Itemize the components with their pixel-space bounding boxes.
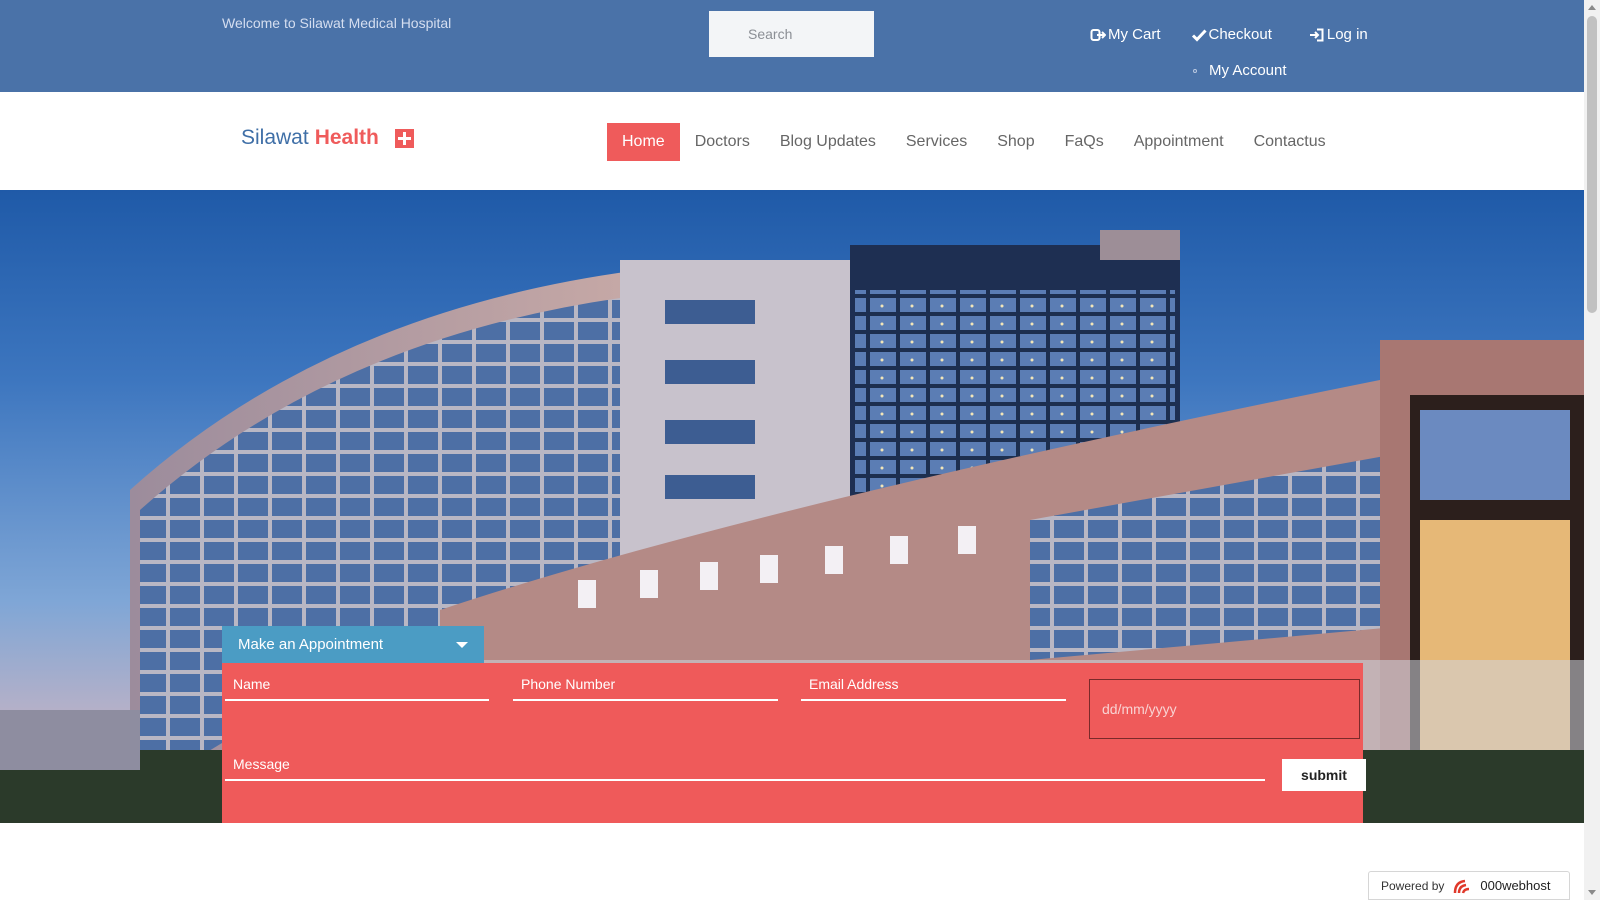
nav-item-blog-updates[interactable]: Blog Updates [765,123,891,161]
email-address-input[interactable] [801,668,1066,701]
brand-name-part1: Silawat [241,126,309,149]
name-input[interactable] [225,668,489,701]
main-nav-bar: Silawat Health Home Doctors Blog Updates… [0,92,1584,190]
webhost-logo-icon [1452,877,1474,895]
my-account-label: My Account [1209,62,1287,79]
make-appointment-label: Make an Appointment [238,636,384,653]
nav-item-shop[interactable]: Shop [982,123,1049,161]
nav-item-doctors[interactable]: Doctors [680,123,765,161]
search-input[interactable] [709,11,874,57]
login-link[interactable]: Log in [1309,26,1368,43]
message-input[interactable] [225,748,1265,781]
medical-cross-icon [394,128,414,148]
top-bar: Welcome to Silawat Medical Hospital My C… [0,0,1584,92]
submit-button[interactable]: submit [1282,759,1366,791]
brand-name-part2: Health [314,126,379,149]
sign-out-icon [1090,27,1106,43]
checkout-label: Checkout [1208,26,1272,43]
my-account-link[interactable]: My Account [1193,62,1287,79]
webhost-name: 000webhost [1480,878,1551,893]
appointment-form: submit [222,663,1366,823]
nav-item-home[interactable]: Home [607,123,680,161]
scroll-up-arrow-icon[interactable] [1588,5,1596,10]
check-icon [1191,27,1207,43]
scrollbar-thumb[interactable] [1587,16,1597,313]
powered-by-text: Powered by [1381,878,1445,893]
page-scrollbar[interactable] [1584,0,1600,900]
login-label: Log in [1326,26,1368,43]
date-input[interactable] [1089,679,1360,739]
caret-down-icon [456,642,468,648]
my-cart-label: My Cart [1108,26,1161,43]
nav-menu: Home Doctors Blog Updates Services Shop … [607,123,1341,161]
powered-by-badge[interactable]: Powered by 000webhost [1368,871,1570,900]
my-cart-link[interactable]: My Cart [1090,26,1161,43]
top-links: My Cart Checkout Log in [1090,26,1368,43]
brand-logo[interactable]: Silawat Health [241,126,414,150]
checkout-link[interactable]: Checkout [1191,26,1272,43]
nav-item-services[interactable]: Services [891,123,982,161]
bullet-icon [1193,68,1197,73]
nav-item-appointment[interactable]: Appointment [1119,123,1239,161]
nav-item-faqs[interactable]: FaQs [1050,123,1119,161]
welcome-text: Welcome to Silawat Medical Hospital [222,15,452,31]
scroll-down-arrow-icon[interactable] [1588,890,1596,895]
nav-item-contactus[interactable]: Contactus [1239,123,1341,161]
make-appointment-tab[interactable]: Make an Appointment [222,626,484,663]
phone-number-input[interactable] [513,668,778,701]
sign-in-icon [1309,27,1325,43]
